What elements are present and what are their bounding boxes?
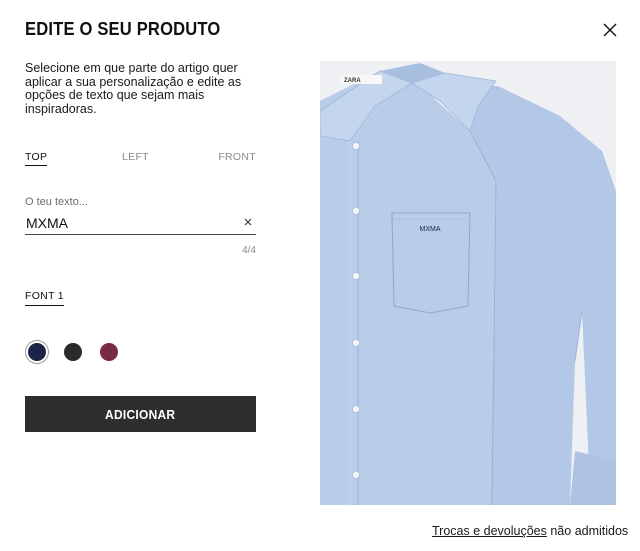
color-swatch-black[interactable]: [64, 343, 82, 361]
footer-suffix: não admitidos: [550, 524, 629, 538]
text-field-label: O teu texto...: [25, 196, 88, 208]
placement-tabs: TOP LEFT FRONT: [25, 151, 256, 171]
modal-description: Selecione em que parte do artigo quer ap…: [25, 61, 242, 116]
color-swatch-navy[interactable]: [28, 343, 46, 361]
shirt-illustration: ZARA MXMA: [320, 61, 616, 505]
returns-link[interactable]: Trocas e devoluções: [432, 524, 547, 538]
modal-title: EDITE O SEU PRODUTO: [25, 19, 221, 39]
clear-icon[interactable]: [242, 216, 254, 228]
custom-text-input[interactable]: [25, 211, 256, 235]
color-swatch-burgundy[interactable]: [100, 343, 118, 361]
add-button-label: ADICIONAR: [105, 406, 176, 422]
tab-top[interactable]: TOP: [25, 151, 48, 166]
character-counter: 4/4: [242, 245, 256, 256]
product-preview-image: ZARA MXMA: [320, 61, 616, 505]
tab-front[interactable]: FRONT: [218, 151, 256, 163]
font-option[interactable]: FONT 1: [25, 290, 64, 306]
footer-note: Trocas e devoluções não admitidos: [432, 524, 628, 538]
close-icon[interactable]: [598, 18, 622, 42]
add-button[interactable]: ADICIONAR: [25, 396, 256, 432]
tab-left[interactable]: LEFT: [122, 151, 149, 163]
embroidery-text: MXMA: [420, 226, 441, 233]
brand-label: ZARA: [344, 78, 361, 84]
